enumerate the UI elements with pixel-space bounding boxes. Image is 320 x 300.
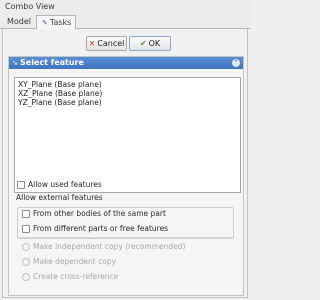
tasks-icon: ✎ [42, 19, 48, 27]
allow-used-features-checkbox[interactable] [17, 181, 25, 189]
independent-copy-label: Make independent copy (recommended) [33, 242, 186, 251]
list-item[interactable]: YZ_Plane (Base plane) [15, 98, 240, 107]
divider [17, 237, 234, 238]
cross-reference-label: Create cross-reference [33, 272, 119, 281]
allow-external-heading: Allow external features [16, 193, 103, 202]
feature-list[interactable]: XY_Plane (Base plane) XZ_Plane (Base pla… [14, 77, 241, 193]
cancel-x-icon: ✕ [88, 39, 96, 48]
dependent-copy-label: Make dependent copy [33, 257, 117, 266]
tab-bar: Model ✎ Tasks [0, 14, 250, 30]
arrow-icon: ➘ [12, 59, 18, 67]
cross-reference-radio[interactable] [22, 273, 30, 281]
taskbox-header: ➘ Select feature ⌃ [9, 57, 243, 69]
allow-used-features-label: Allow used features [28, 180, 102, 189]
cancel-button[interactable]: ✕ Cancel [86, 36, 127, 51]
copy-mode-group [17, 207, 234, 239]
combo-view-title: Combo View [0, 0, 250, 14]
tab-tasks-label: Tasks [49, 18, 72, 27]
tab-model[interactable]: Model [2, 15, 35, 29]
list-item[interactable]: XY_Plane (Base plane) [15, 80, 240, 89]
dialog-button-row: ✕ Cancel ✔ OK [3, 36, 249, 52]
taskbox-title: Select feature [20, 58, 84, 67]
ok-button-label: OK [148, 39, 161, 48]
independent-copy-radio[interactable] [22, 243, 30, 251]
tasks-panel: ✕ Cancel ✔ OK ➘ Select feature ⌃ XY_Plane … [2, 29, 248, 298]
tab-tasks[interactable]: ✎ Tasks [36, 15, 76, 30]
checkmark-icon: ✔ [139, 39, 147, 48]
collapse-icon[interactable]: ⌃ [232, 59, 240, 67]
dependent-copy-radio[interactable] [22, 258, 30, 266]
ok-button[interactable]: ✔ OK [129, 36, 171, 51]
list-item[interactable]: XZ_Plane (Base plane) [15, 89, 240, 98]
tab-model-label: Model [7, 17, 32, 26]
cancel-button-label: Cancel [97, 39, 125, 48]
